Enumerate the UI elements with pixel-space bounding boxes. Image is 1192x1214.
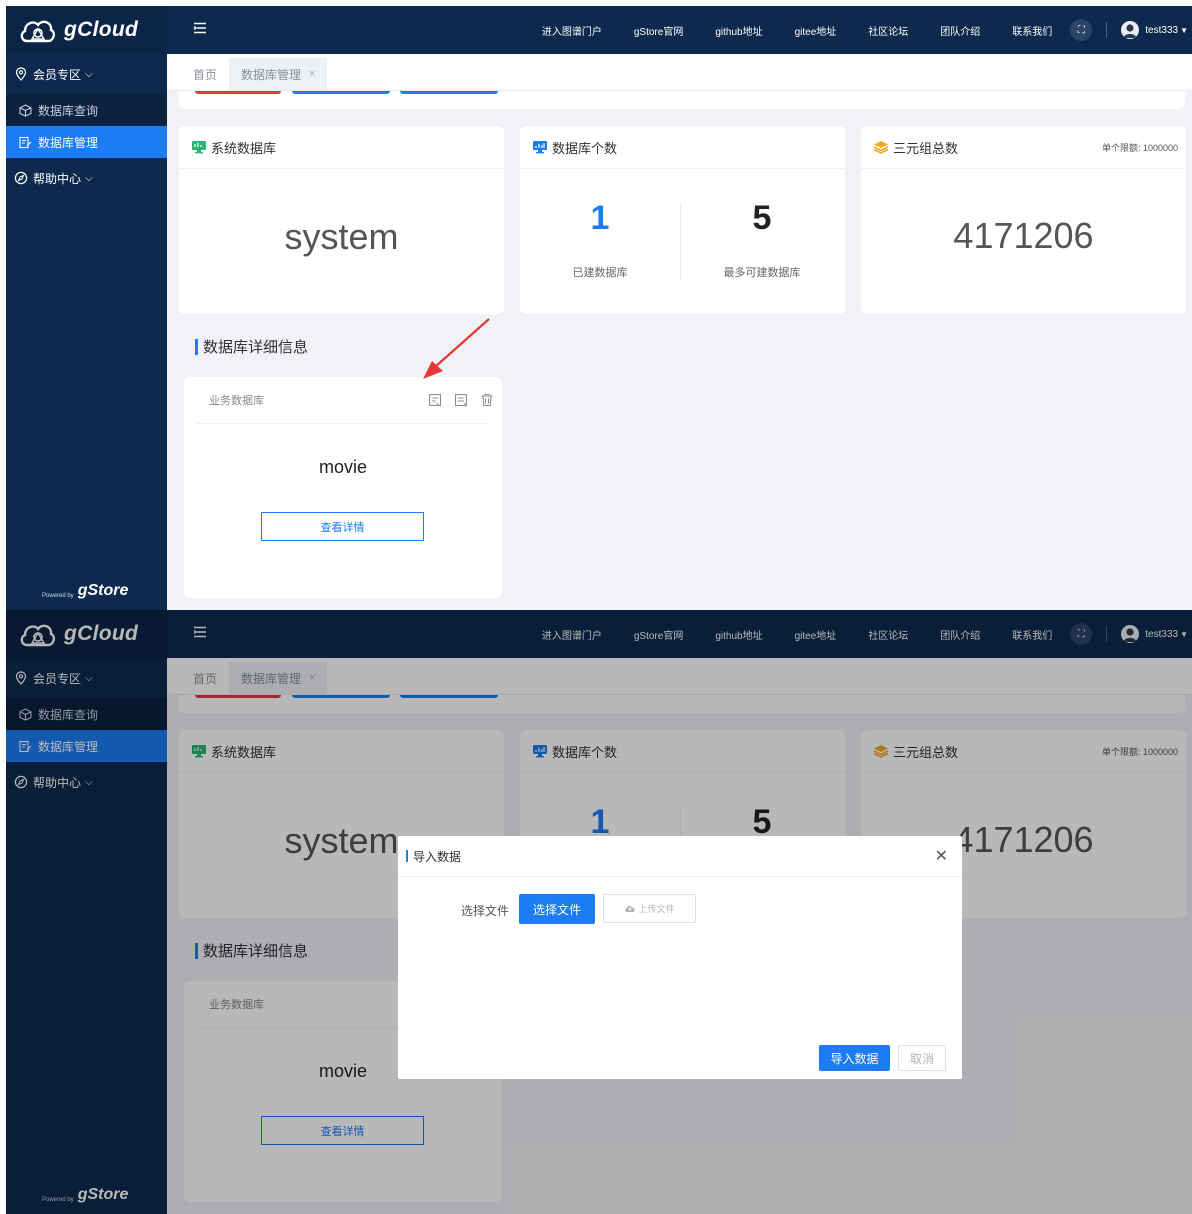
nav-link-forum[interactable]: 社区论坛 [868, 23, 908, 38]
hamburger-menu-icon[interactable] [193, 22, 207, 34]
nav-divider [1106, 22, 1108, 38]
chevron-down-icon: ⌵ [85, 68, 93, 80]
sidebar-item-db-manage[interactable]: 数据库管理 [6, 126, 167, 158]
tab-home[interactable]: 首页 [181, 58, 229, 90]
card-triples: 三元组总数 单个限额: 1000000 4171206 [861, 126, 1186, 314]
screenshot-panel-after: gCloud 会员专区 ⌵ 数据库查询 数据库管理 帮助中心 ⌵ Powered… [6, 610, 1192, 1214]
import-data-dialog: 导入数据 ✕ 选择文件 选择文件 上传文件 导入数据 取消 [398, 836, 962, 1079]
nav-link-gitee[interactable]: gitee地址 [795, 23, 837, 38]
nav-link-github[interactable]: github地址 [715, 23, 762, 38]
cancel-button[interactable]: 取消 [898, 1045, 946, 1071]
database-edit-icon [19, 136, 32, 148]
tabs-bar: 首页 数据库管理 × [167, 54, 1192, 91]
monitor-icon [192, 141, 206, 154]
max-db-label: 最多可建数据库 [723, 267, 801, 279]
cube-icon [19, 103, 32, 117]
location-pin-icon [15, 67, 27, 81]
close-tab-icon[interactable]: × [309, 68, 315, 80]
toolbar-button-blue-1[interactable] [292, 91, 390, 94]
user-avatar[interactable] [1121, 21, 1140, 39]
layers-icon [873, 141, 889, 154]
username[interactable]: test333 [1145, 25, 1178, 36]
chevron-down-icon: ⌵ [85, 172, 93, 184]
card-system-db: 系统数据库 system [179, 126, 504, 314]
tab-home-label: 首页 [193, 67, 218, 82]
menu-group-member-label: 会员专区 [33, 67, 82, 82]
section-title-text: 数据库详细信息 [203, 339, 309, 356]
db-card-movie: 业务数据库 movie 查看详情 [184, 377, 502, 598]
brand[interactable]: gCloud [6, 6, 167, 54]
brand-name: gCloud [64, 18, 139, 41]
caret-down-icon[interactable]: ▼ [1180, 26, 1188, 35]
close-icon[interactable]: ✕ [935, 846, 948, 866]
system-db-value: system [284, 216, 399, 257]
toolbar-button-red[interactable] [195, 91, 281, 94]
import-data-icon[interactable] [428, 393, 442, 407]
dialog-title: 导入数据 [413, 849, 462, 864]
max-db-count: 5 [752, 199, 772, 237]
sidebar-item-label: 数据库管理 [38, 135, 99, 150]
upload-file-label: 上传文件 [638, 904, 675, 914]
db-card-tools [416, 393, 494, 407]
main-content: 系统数据库 system 数据库个数 1 已建数据库 5 最多可建数据库 三元组… [167, 91, 1192, 610]
nav-link-gstore-site[interactable]: gStore官网 [634, 23, 683, 38]
card-title: 数据库个数 [552, 140, 618, 156]
menu-group-help[interactable]: 帮助中心 ⌵ [6, 158, 167, 198]
top-nav-links: 进入图谱门户 gStore官网 github地址 gitee地址 社区论坛 团队… [542, 6, 1192, 54]
db-type-label: 业务数据库 [209, 395, 264, 407]
section-title: 数据库详细信息 [195, 336, 308, 357]
db-name: movie [318, 457, 367, 477]
file-field-label: 选择文件 [461, 904, 510, 918]
menu-group-member[interactable]: 会员专区 ⌵ [6, 54, 167, 94]
dialog-title-bar [406, 850, 408, 862]
choose-file-button[interactable]: 选择文件 [519, 894, 595, 924]
triples-total-value: 4171206 [953, 215, 1094, 256]
tab-db-manage[interactable]: 数据库管理 × [229, 58, 328, 90]
fullscreen-icon[interactable]: ⛶ [1070, 19, 1093, 41]
divider [680, 204, 681, 280]
powered-by-label: Powered by [42, 593, 74, 599]
import-data-button[interactable]: 导入数据 [819, 1045, 890, 1071]
section-title-bar [195, 338, 198, 355]
chart-monitor-icon [533, 141, 547, 154]
gstore-logo-text: gStore [77, 582, 129, 599]
screenshot-panel-before: gCloud 会员专区 ⌵ 数据库查询 数据库管理 帮助中心 ⌵ Powered… [6, 6, 1192, 610]
sidebar-item-label: 数据库查询 [38, 103, 99, 118]
tab-db-manage-label: 数据库管理 [241, 67, 302, 82]
menu-group-help-label: 帮助中心 [33, 171, 82, 186]
card-title: 三元组总数 [893, 140, 959, 156]
toolbar-buttons-strip [179, 91, 1185, 109]
sidebar-item-db-query[interactable]: 数据库查询 [6, 94, 167, 126]
top-navbar: 进入图谱门户 gStore官网 github地址 gitee地址 社区论坛 团队… [167, 6, 1192, 54]
toolbar-button-blue-2[interactable] [400, 91, 498, 94]
annotation-arrow [423, 318, 490, 379]
view-details-button[interactable]: 查看详情 [261, 512, 424, 541]
upload-file-button[interactable]: 上传文件 [603, 894, 696, 923]
built-db-label: 已建数据库 [572, 267, 628, 279]
card-db-count: 数据库个数 1 已建数据库 5 最多可建数据库 [520, 126, 845, 314]
compass-icon [14, 171, 28, 185]
nav-link-contact[interactable]: 联系我们 [1012, 23, 1052, 38]
export-data-icon[interactable] [454, 393, 468, 407]
built-db-count: 1 [590, 199, 610, 237]
triple-limit: 单个限额: 1000000 [1101, 142, 1178, 153]
nav-link-graph-portal[interactable]: 进入图谱门户 [542, 23, 602, 38]
nav-link-team[interactable]: 团队介绍 [940, 23, 980, 38]
cloud-upload-icon [625, 905, 636, 912]
card-title: 系统数据库 [211, 140, 277, 156]
gcloud-logo-icon [20, 20, 56, 43]
sidebar: gCloud 会员专区 ⌵ 数据库查询 数据库管理 帮助中心 ⌵ Powered… [6, 6, 167, 610]
trash-icon[interactable] [480, 393, 494, 407]
powered-by-gstore-logo: Powered by gStore [42, 582, 128, 600]
